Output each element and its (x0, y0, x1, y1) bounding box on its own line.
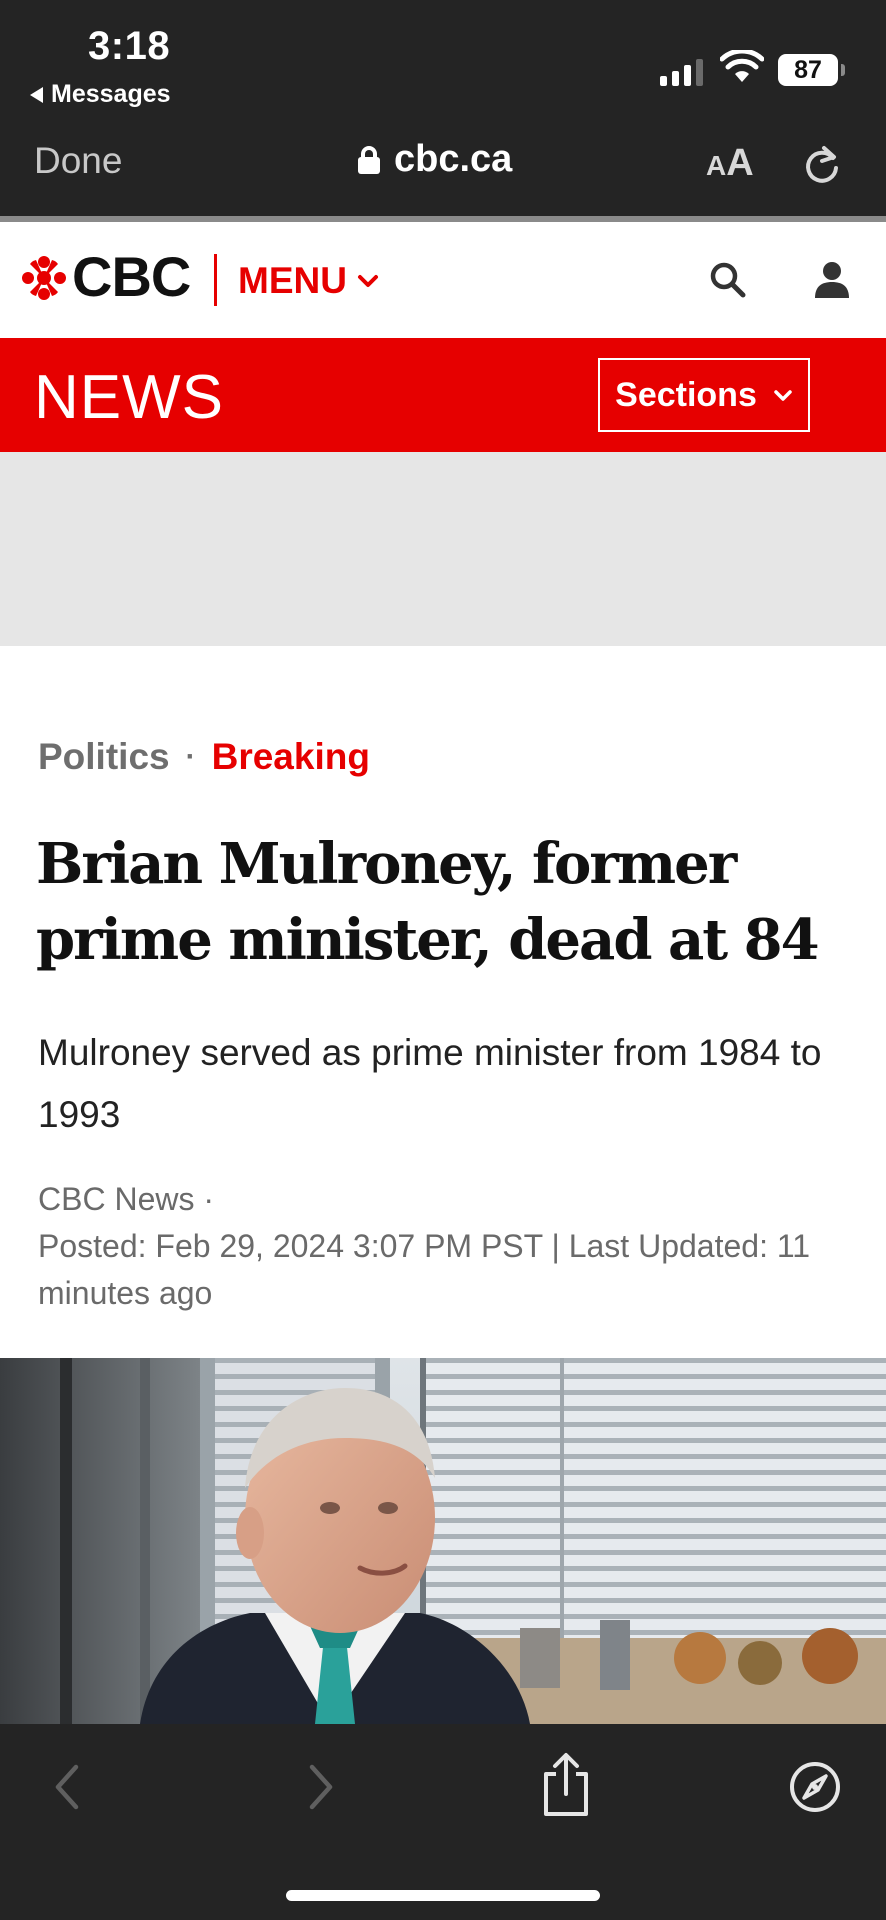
compass-icon[interactable] (788, 1760, 842, 1814)
kicker-separator: · (185, 740, 196, 773)
forward-arrow-icon[interactable] (306, 1762, 336, 1812)
text-size-button[interactable]: AA (706, 142, 754, 185)
back-app-label: Messages (51, 80, 171, 108)
cbc-gem-icon[interactable] (22, 256, 66, 300)
cbc-header: CBC MENU (0, 222, 886, 338)
category-link[interactable]: Politics (38, 736, 170, 778)
web-page: CBC MENU NEWS Sections Politics · Breaki… (0, 222, 886, 1724)
battery-level: 87 (794, 55, 822, 84)
byline-source: CBC News · (38, 1181, 215, 1217)
chevron-down-icon (357, 275, 378, 287)
reload-icon[interactable] (800, 144, 844, 188)
cbc-logo-text[interactable]: CBC (72, 244, 191, 309)
news-bar: NEWS Sections (0, 338, 886, 452)
url-text: cbc.ca (394, 138, 513, 180)
done-button[interactable]: Done (34, 140, 122, 182)
back-triangle-icon (30, 86, 43, 103)
back-to-messages[interactable]: Messages (30, 80, 171, 109)
byline-timestamps: Posted: Feb 29, 2024 3:07 PM PST | Last … (38, 1228, 811, 1311)
sections-button[interactable]: Sections (598, 358, 810, 432)
ad-placeholder (0, 452, 886, 646)
sections-label: Sections (615, 375, 757, 414)
article-kicker: Politics · Breaking (38, 736, 370, 778)
share-icon[interactable] (540, 1752, 592, 1818)
article-byline: CBC News · Posted: Feb 29, 2024 3:07 PM … (38, 1176, 858, 1317)
home-indicator[interactable] (286, 1890, 600, 1901)
article-hero-image[interactable] (0, 1358, 886, 1724)
menu-button[interactable]: MENU (238, 260, 379, 302)
search-icon[interactable] (708, 260, 748, 300)
battery-icon: 87 (778, 54, 845, 86)
text-size-small: A (706, 150, 727, 181)
chevron-down-icon (774, 389, 792, 401)
breaking-tag: Breaking (211, 736, 370, 777)
user-icon[interactable] (812, 260, 852, 300)
browser-top-bar: Done cbc.ca AA (0, 122, 886, 216)
address-bar[interactable]: cbc.ca (358, 138, 512, 181)
news-section-title[interactable]: NEWS (34, 362, 224, 433)
back-arrow-icon[interactable] (52, 1762, 82, 1812)
status-time: 3:18 (88, 24, 171, 68)
signal-icon (660, 56, 703, 86)
status-bar: 3:18 Messages 87 (0, 0, 886, 122)
menu-label: MENU (238, 260, 347, 301)
lock-icon (358, 145, 380, 174)
wifi-icon (720, 50, 764, 82)
text-size-large: A (726, 142, 754, 184)
article-headline: Brian Mulroney, former prime minister, d… (36, 831, 820, 973)
header-divider (214, 254, 217, 306)
article-deck: Mulroney served as prime minister from 1… (38, 1032, 822, 1135)
